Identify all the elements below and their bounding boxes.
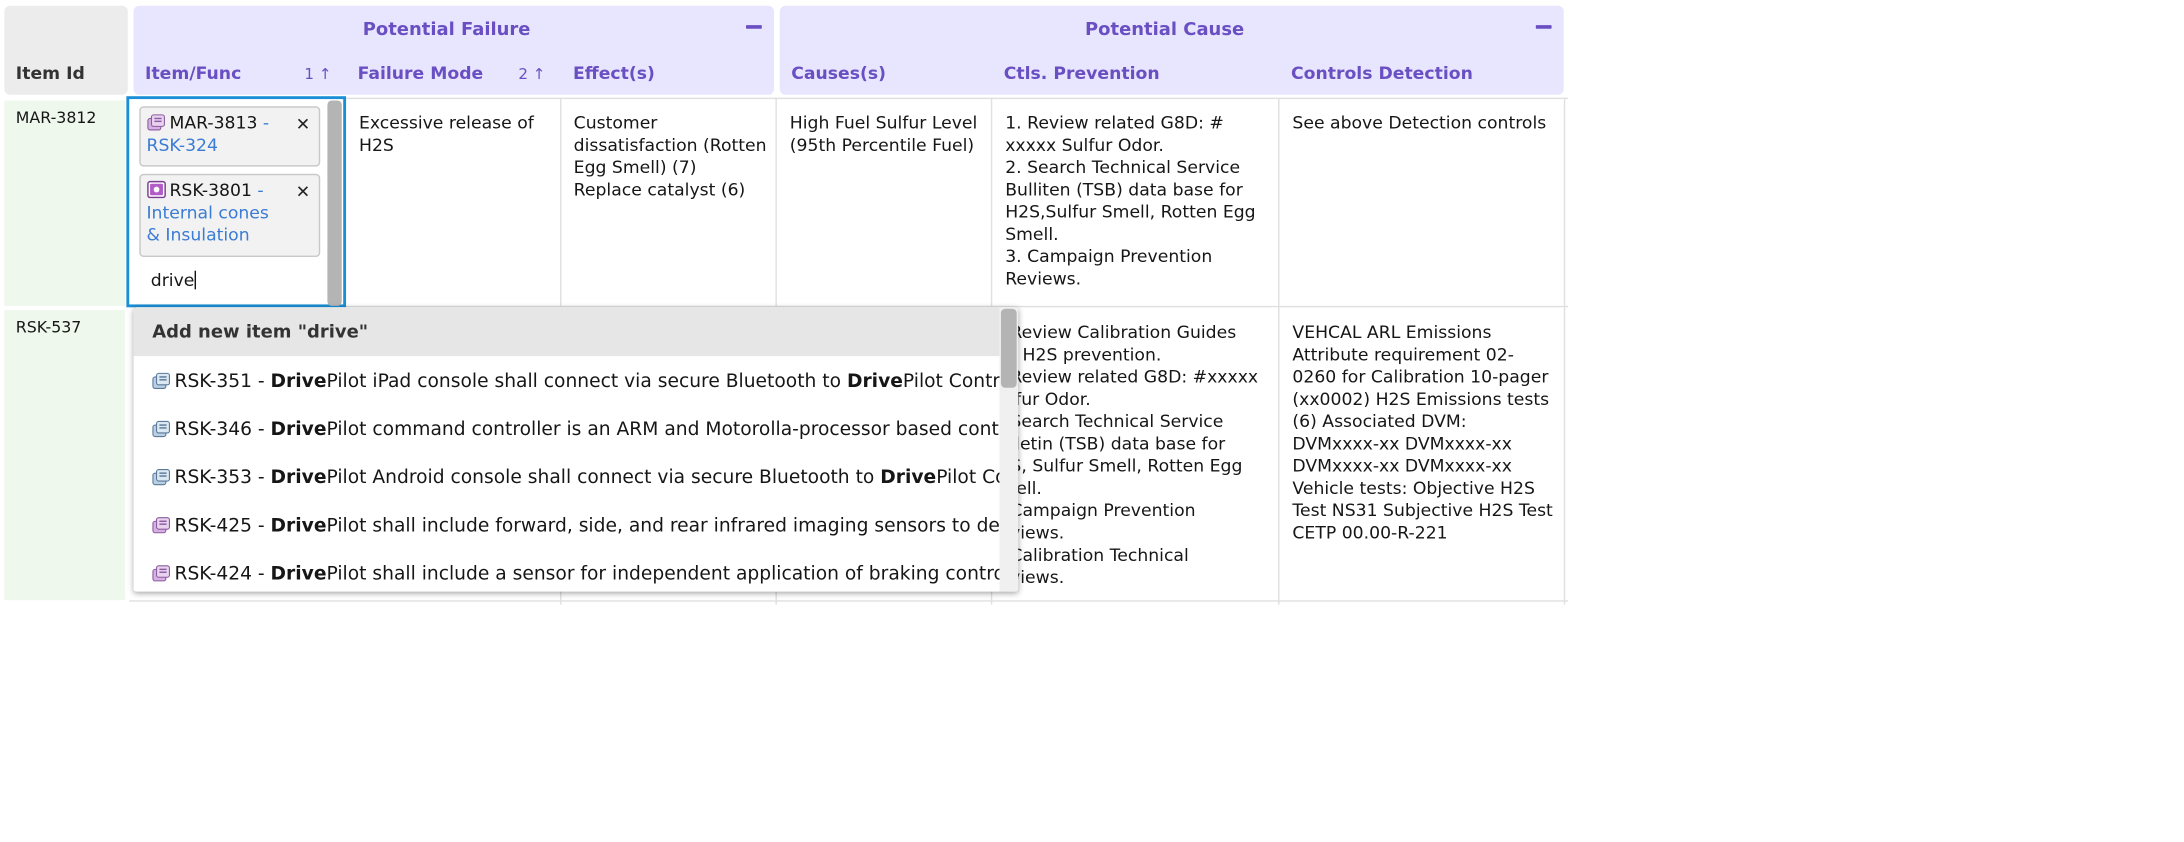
item-func-column-header[interactable]: Item/Func — [145, 63, 241, 83]
sort-ascending-icon: ↑ — [314, 65, 332, 83]
collapse-minus-icon[interactable] — [746, 25, 762, 29]
requirement-icon — [151, 419, 171, 438]
prevention-line: 1. Review related G8D: # xxxxx Sulfur Od… — [1005, 112, 1224, 156]
dropdown-option[interactable]: RSK-353 - DrivePilot Android console sha… — [151, 467, 1018, 488]
detection-cell[interactable]: VEHCAL ARL Emissions Attribute requireme… — [1284, 313, 1564, 553]
prevention-line: . Campaign Prevention — [999, 500, 1196, 521]
dropdown-option[interactable]: RSK-424 - DrivePilot shall include a sen… — [151, 563, 1018, 584]
remove-chip-close-icon[interactable]: ✕ — [296, 113, 310, 135]
typeahead-dropdown[interactable]: Add new item "drive" RSK-351 - DrivePilo… — [133, 307, 1019, 592]
sort-ascending-icon: ↑ — [527, 65, 546, 83]
row-item-id[interactable]: MAR-3812 — [16, 109, 97, 127]
prevention-line: . Review related G8D: #xxxxx — [999, 366, 1259, 388]
collapse-minus-icon[interactable] — [1535, 25, 1552, 29]
item-id-column-header[interactable]: Item Id — [16, 63, 85, 83]
risk-icon — [151, 516, 171, 535]
prevention-line: eviews. — [999, 522, 1065, 543]
requirement-icon — [151, 467, 171, 486]
prevention-line: mell. — [999, 478, 1042, 499]
causes-column-header[interactable]: Causes(s) — [791, 63, 886, 83]
controls-detection-column-header[interactable]: Controls Detection — [1291, 63, 1473, 83]
prevention-line: . Calibration Technical — [999, 544, 1189, 566]
row-item-id[interactable]: RSK-537 — [16, 319, 82, 337]
dropdown-option[interactable]: RSK-351 - DrivePilot iPad console shall … — [151, 370, 1018, 392]
prevention-line: . Review Calibration Guides — [999, 322, 1237, 343]
risk-icon — [151, 564, 171, 583]
requirement-icon — [151, 371, 171, 390]
table-row-id-cell — [4, 100, 125, 306]
text-cursor — [194, 270, 196, 290]
failure-mode-cell[interactable]: Excessive release of H2S — [350, 103, 560, 165]
sort-order-item-func[interactable]: 1 ↑ — [304, 65, 331, 82]
dropdown-option[interactable]: RSK-425 - DrivePilot shall include forwa… — [151, 515, 1018, 536]
potential-failure-title: Potential Failure — [362, 18, 531, 40]
typeahead-input[interactable]: drive — [151, 270, 196, 290]
effects-cell[interactable]: Customer dissatisfaction (Rotten Egg Sme… — [565, 103, 776, 209]
chip-separator: - — [257, 112, 270, 133]
table-row-id-cell — [4, 310, 125, 601]
prevention-line: eviews. — [999, 567, 1065, 588]
prevention-line: or H2S prevention. — [999, 344, 1162, 365]
add-new-item-label: Add new item "drive" — [152, 320, 369, 342]
prevention-line: 2S, Sulfur Smell, Rotten Egg — [999, 455, 1243, 477]
failure-mode-column-header[interactable]: Failure Mode — [358, 63, 484, 83]
risk-icon — [146, 180, 166, 199]
dropdown-scrollbar-thumb[interactable] — [1000, 308, 1017, 388]
effects-column-header[interactable]: Effect(s) — [573, 63, 655, 83]
chip-title-link[interactable]: RSK-324 — [146, 135, 218, 155]
sort-order-failure-mode[interactable]: 2 ↑ — [518, 65, 545, 82]
prevention-line: ulletin (TSB) data base for — [999, 433, 1226, 454]
chip-id: MAR-3813 — [169, 112, 258, 133]
chip-title-link[interactable]: Internal cones & Insulation — [146, 202, 282, 247]
column-divider — [1563, 97, 1566, 605]
prevention-line: 3. Campaign Prevention Reviews. — [1005, 246, 1213, 289]
row-divider — [129, 600, 1569, 602]
remove-chip-close-icon[interactable]: ✕ — [296, 181, 310, 203]
chip-separator: - — [251, 180, 264, 201]
editor-scrollbar[interactable] — [327, 100, 342, 306]
linked-item-chip[interactable]: RSK-3801 - Internal cones & Insulation ✕ — [139, 173, 321, 258]
potential-cause-title: Potential Cause — [1084, 18, 1245, 40]
add-new-item-option[interactable]: Add new item "drive" — [133, 307, 1000, 357]
dropdown-option[interactable]: RSK-346 - DrivePilot command controller … — [151, 419, 1018, 440]
causes-cell[interactable]: High Fuel Sulfur Level (95th Percentile … — [781, 103, 992, 165]
prevention-line: 2. Search Technical Service Bulliten (TS… — [1005, 157, 1256, 245]
prevention-line: ulfur Odor. — [999, 389, 1091, 410]
ctls-prevention-column-header[interactable]: Ctls. Prevention — [1004, 63, 1160, 83]
linked-item-chip[interactable]: MAR-3813 - RSK-324 ✕ — [139, 106, 321, 167]
prevention-cell[interactable]: . Review Calibration Guides or H2S preve… — [999, 313, 1280, 597]
detection-cell[interactable]: See above Detection controls — [1284, 103, 1565, 142]
prevention-line: . Search Technical Service — [999, 411, 1224, 432]
prevention-cell[interactable]: 1. Review related G8D: # xxxxx Sulfur Od… — [997, 103, 1283, 298]
chip-id: RSK-3801 — [169, 180, 252, 201]
requirement-icon — [146, 113, 166, 132]
